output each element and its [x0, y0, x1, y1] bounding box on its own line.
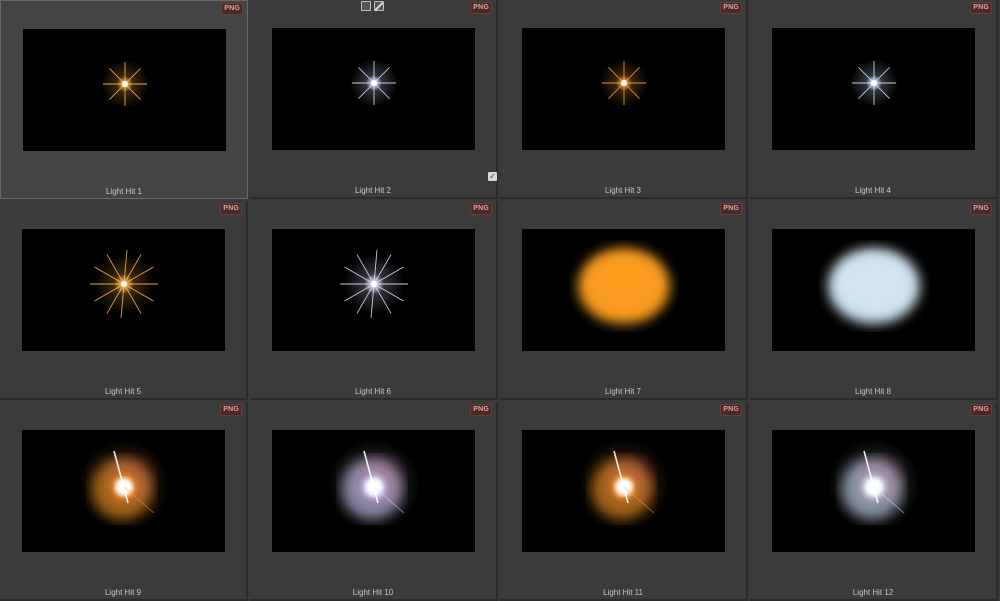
png-badge: PNG: [720, 203, 742, 215]
asset-thumbnail[interactable]: [272, 229, 475, 351]
asset-tile[interactable]: PNG Light Hit: [0, 402, 248, 601]
asset-thumbnail[interactable]: [522, 430, 725, 552]
png-badge: PNG: [970, 203, 992, 215]
checkbox-icon[interactable]: ✓: [488, 172, 497, 181]
asset-tile[interactable]: PNG Light Hit 3: [500, 0, 748, 199]
asset-label: Light Hit 8: [854, 387, 892, 396]
asset-label: Light Hit 6: [354, 387, 392, 396]
png-badge: PNG: [470, 404, 492, 416]
asset-tile[interactable]: PNG Light Hit 1: [0, 0, 248, 199]
asset-label: Light Hit 3: [604, 186, 642, 195]
asset-thumbnail[interactable]: [272, 430, 475, 552]
png-badge: PNG: [470, 2, 492, 14]
asset-thumbnail[interactable]: [22, 430, 225, 552]
asset-tile[interactable]: PNG Light Hit 6: [250, 201, 498, 400]
asset-tile[interactable]: PNG Light Hit: [750, 402, 998, 601]
asset-thumbnail[interactable]: [522, 28, 725, 150]
asset-label: Light Hit 4: [854, 186, 892, 195]
asset-thumbnail[interactable]: [22, 229, 225, 351]
png-badge: PNG: [220, 203, 242, 215]
asset-label: Light Hit 11: [603, 588, 643, 597]
png-badge: PNG: [220, 404, 242, 416]
asset-label: Light Hit 1: [105, 187, 143, 196]
asset-tile[interactable]: PNG Light Hit 8: [750, 201, 998, 400]
asset-thumbnail[interactable]: [23, 29, 226, 151]
asset-thumbnail[interactable]: [772, 229, 975, 351]
asset-tile[interactable]: PNG Light Hit 7: [500, 201, 748, 400]
png-badge: PNG: [970, 2, 992, 14]
asset-label: Light Hit 12: [852, 588, 894, 597]
asset-thumbnail[interactable]: [772, 28, 975, 150]
asset-label: Light Hit 5: [104, 387, 142, 396]
png-badge: PNG: [720, 2, 742, 14]
asset-label: Light Hit 7: [604, 387, 642, 396]
asset-label: Light Hit 2: [354, 186, 392, 195]
asset-label: Light Hit 10: [352, 588, 394, 597]
asset-tile[interactable]: PNG Light Hit: [500, 402, 748, 601]
png-badge: PNG: [720, 404, 742, 416]
asset-label: Light Hit 9: [104, 588, 142, 597]
square-select-icon[interactable]: [361, 1, 371, 11]
asset-thumbnail[interactable]: [272, 28, 475, 150]
asset-thumbnail[interactable]: [522, 229, 725, 351]
asset-tile[interactable]: PNG Light Hit 2: [250, 0, 498, 199]
asset-tile[interactable]: PNG Light Hit 4: [750, 0, 998, 199]
asset-tile[interactable]: PNG Light Hit 5: [0, 201, 248, 400]
pencil-edit-icon[interactable]: [374, 1, 384, 11]
png-badge: PNG: [970, 404, 992, 416]
thumbnail-toolbar: [361, 1, 384, 11]
png-badge: PNG: [221, 3, 243, 15]
png-badge: PNG: [470, 203, 492, 215]
asset-grid: PNG Light Hit 1 PNG Light Hit 2 PNG Ligh…: [0, 0, 1000, 601]
asset-thumbnail[interactable]: [772, 430, 975, 552]
asset-tile[interactable]: PNG Light Hit: [250, 402, 498, 601]
